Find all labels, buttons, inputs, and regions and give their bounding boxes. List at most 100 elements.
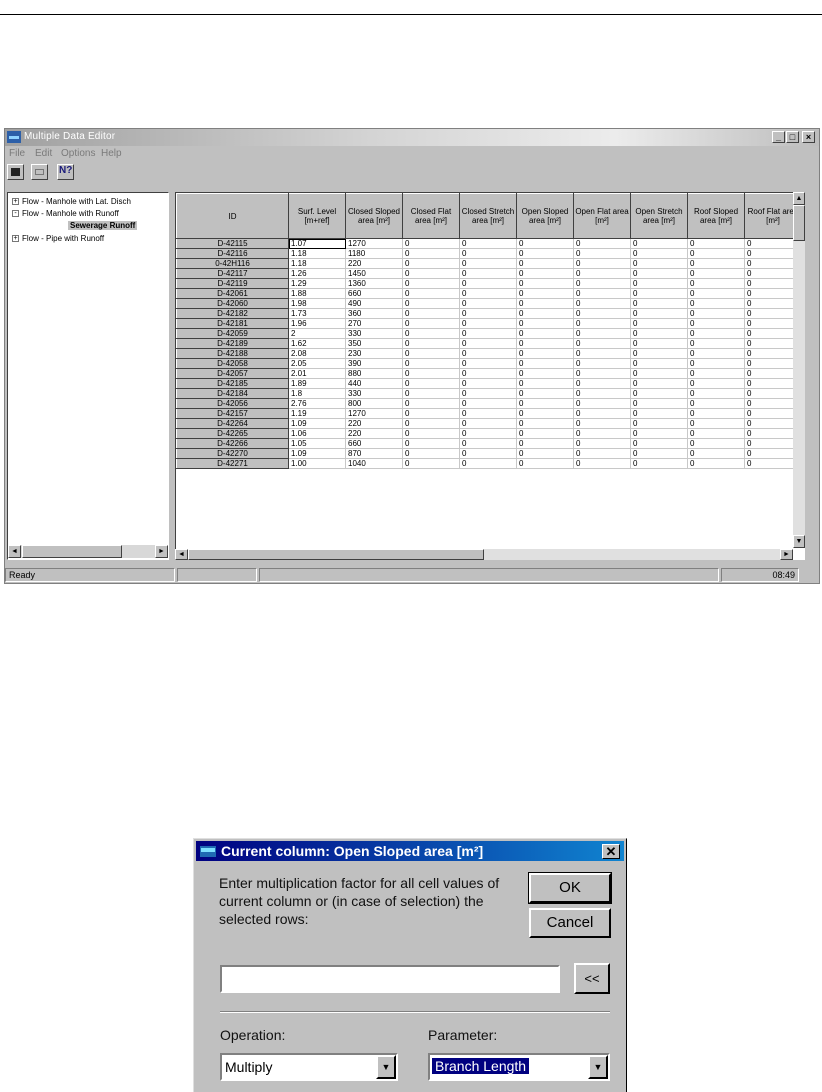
table-cell[interactable]: 0 [402, 308, 460, 319]
table-cell[interactable]: 0 [402, 248, 460, 259]
factor-input[interactable] [220, 965, 560, 993]
table-cell[interactable]: 800 [345, 398, 403, 409]
row-id-cell[interactable]: D-42115 [176, 238, 289, 249]
table-cell[interactable]: 0 [516, 348, 574, 359]
parameter-select[interactable]: Branch Length ▼ [428, 1053, 610, 1081]
dialog-titlebar[interactable]: Current column: Open Sloped area [m²] ✕ [196, 841, 624, 861]
table-cell[interactable]: 0 [630, 358, 688, 369]
table-cell[interactable]: 0 [402, 458, 460, 469]
table-cell[interactable]: 0 [687, 328, 745, 339]
table-cell[interactable]: 0 [516, 268, 574, 279]
table-cell[interactable]: 0 [630, 418, 688, 429]
column-header[interactable]: Surf. Level [m+ref] [288, 193, 346, 239]
table-cell[interactable]: 0 [459, 438, 517, 449]
table-cell[interactable]: 0 [573, 328, 631, 339]
table-cell[interactable]: 0 [573, 308, 631, 319]
table-cell[interactable]: 440 [345, 378, 403, 389]
table-cell[interactable]: 0 [459, 458, 517, 469]
table-cell[interactable]: 0 [630, 448, 688, 459]
table-cell[interactable]: 1.62 [288, 338, 346, 349]
table-cell[interactable]: 0 [687, 288, 745, 299]
table-cell[interactable]: 0 [516, 298, 574, 309]
row-id-cell[interactable]: D-42181 [176, 318, 289, 329]
table-cell[interactable]: 0 [687, 428, 745, 439]
table-cell[interactable]: 0 [573, 408, 631, 419]
maximize-icon[interactable]: □ [786, 131, 799, 143]
expand-icon[interactable]: + [12, 235, 19, 243]
table-cell[interactable]: 2.76 [288, 398, 346, 409]
table-cell[interactable]: 0 [459, 248, 517, 259]
table-cell[interactable]: 0 [687, 408, 745, 419]
grid-vertical-scrollbar[interactable]: ▲ ▼ [793, 192, 805, 548]
table-cell[interactable]: 0 [687, 268, 745, 279]
table-cell[interactable]: 0 [459, 318, 517, 329]
table-cell[interactable]: 1.89 [288, 378, 346, 389]
table-cell[interactable]: 360 [345, 308, 403, 319]
table-cell[interactable]: 0 [459, 258, 517, 269]
table-cell[interactable]: 0 [459, 288, 517, 299]
table-cell[interactable]: 0 [630, 378, 688, 389]
table-cell[interactable]: 0 [459, 398, 517, 409]
table-cell[interactable]: 0 [687, 238, 745, 249]
row-id-cell[interactable]: D-42266 [176, 438, 289, 449]
table-cell[interactable]: 1180 [345, 248, 403, 259]
save-button[interactable] [7, 164, 24, 180]
row-id-cell[interactable]: D-42188 [176, 348, 289, 359]
column-header[interactable]: Open Stretch area [m²] [630, 193, 688, 239]
table-cell[interactable]: 0 [573, 248, 631, 259]
table-cell[interactable]: 0 [687, 378, 745, 389]
table-cell[interactable]: 0 [630, 368, 688, 379]
column-header[interactable]: Roof Sloped area [m²] [687, 193, 745, 239]
table-cell[interactable]: 0 [630, 338, 688, 349]
row-id-cell[interactable]: D-42060 [176, 298, 289, 309]
table-cell[interactable]: 0 [630, 238, 688, 249]
table-cell[interactable]: 220 [345, 418, 403, 429]
table-cell[interactable]: 0 [402, 268, 460, 279]
table-cell[interactable]: 0 [573, 258, 631, 269]
table-cell[interactable]: 0 [459, 408, 517, 419]
tree-horizontal-scrollbar[interactable]: ◄ ► [8, 545, 168, 558]
row-id-cell[interactable]: D-42182 [176, 308, 289, 319]
table-cell[interactable]: 0 [687, 448, 745, 459]
table-cell[interactable]: 0 [687, 318, 745, 329]
table-cell[interactable]: 1.73 [288, 308, 346, 319]
table-cell[interactable]: 0 [459, 268, 517, 279]
menu-help[interactable]: Help [101, 148, 122, 159]
table-cell[interactable]: 0 [630, 328, 688, 339]
table-cell[interactable]: 0 [402, 298, 460, 309]
table-cell[interactable]: 0 [630, 278, 688, 289]
table-cell[interactable]: 0 [459, 388, 517, 399]
table-cell[interactable]: 870 [345, 448, 403, 459]
table-cell[interactable]: 0 [687, 248, 745, 259]
table-cell[interactable]: 350 [345, 338, 403, 349]
table-cell[interactable]: 0 [687, 358, 745, 369]
table-cell[interactable]: 0 [516, 328, 574, 339]
table-cell[interactable]: 0 [573, 438, 631, 449]
window-titlebar[interactable]: Multiple Data Editor _ □ × [5, 129, 819, 146]
table-cell[interactable]: 2.01 [288, 368, 346, 379]
table-cell[interactable]: 0 [402, 338, 460, 349]
table-cell[interactable]: 0 [573, 318, 631, 329]
tree-node-manhole-lat-disch[interactable]: + Flow - Manhole with Lat. Disch [12, 197, 131, 206]
row-id-cell[interactable]: D-42264 [176, 418, 289, 429]
table-cell[interactable]: 1.18 [288, 248, 346, 259]
table-cell[interactable]: 0 [402, 278, 460, 289]
grid-horizontal-scrollbar[interactable]: ◄ ► [175, 549, 793, 560]
table-cell[interactable]: 0 [687, 298, 745, 309]
scroll-thumb[interactable] [793, 205, 805, 241]
table-cell[interactable]: 0 [687, 438, 745, 449]
table-cell[interactable]: 0 [459, 358, 517, 369]
table-cell[interactable]: 1.09 [288, 418, 346, 429]
scroll-right-icon[interactable]: ► [780, 549, 793, 560]
table-cell[interactable]: 0 [573, 348, 631, 359]
table-cell[interactable]: 0 [402, 258, 460, 269]
table-cell[interactable]: 0 [573, 388, 631, 399]
tree-node-manhole-runoff[interactable]: - Flow - Manhole with Runoff [12, 209, 119, 218]
table-cell[interactable]: 0 [402, 398, 460, 409]
table-cell[interactable]: 1.19 [288, 408, 346, 419]
table-cell[interactable]: 1.98 [288, 298, 346, 309]
table-cell[interactable]: 230 [345, 348, 403, 359]
table-cell[interactable]: 0 [630, 308, 688, 319]
table-cell[interactable]: 0 [573, 238, 631, 249]
table-cell[interactable]: 0 [402, 418, 460, 429]
